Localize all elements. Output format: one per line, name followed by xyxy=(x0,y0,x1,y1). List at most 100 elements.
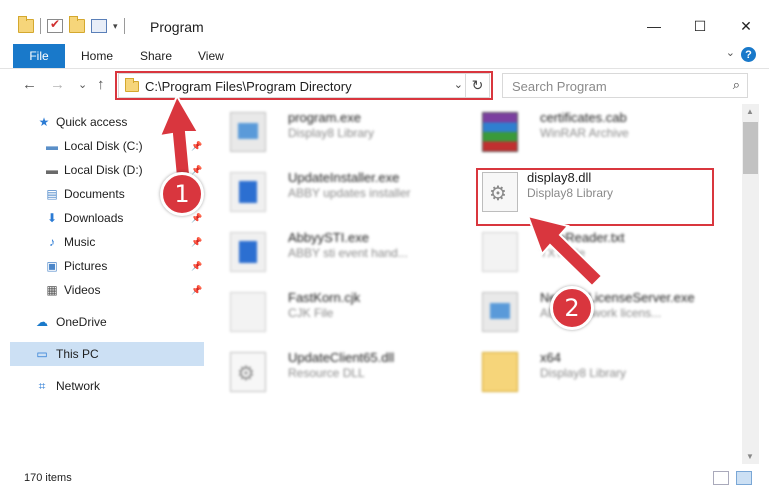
forward-button[interactable]: → xyxy=(50,76,65,93)
file-type: Resource DLL xyxy=(288,366,365,380)
sidebar-item-label: Local Disk (D:) xyxy=(64,163,143,177)
item-count: 170 items xyxy=(24,472,72,484)
new-folder-icon[interactable] xyxy=(69,16,85,33)
quick-access-toolbar: ▾ xyxy=(18,16,125,34)
tab-home[interactable]: Home xyxy=(81,49,113,63)
sidebar-item-local-disk-c[interactable]: ▬ Local Disk (C:) 📌 xyxy=(10,134,204,158)
sidebar-item-label: OneDrive xyxy=(56,315,107,329)
file-item[interactable]: x64 Display8 Library xyxy=(472,346,722,398)
up-button[interactable]: ↑ xyxy=(97,76,105,93)
documents-icon: ▤ xyxy=(46,187,58,201)
window-icon xyxy=(230,172,266,212)
pin-icon[interactable]: 📌 xyxy=(191,237,202,248)
sidebar-item-videos[interactable]: ▦ Videos 📌 xyxy=(10,278,204,302)
computer-icon: ▭ xyxy=(36,347,48,361)
videos-icon: ▦ xyxy=(46,283,58,297)
navigation-pane: ★ Quick access ▬ Local Disk (C:) 📌 ▬ Loc… xyxy=(10,106,204,466)
file-item[interactable]: AbbyySTI.exe ABBY sti event hand... xyxy=(220,226,470,278)
customize-toolbar-chevron-icon[interactable]: ▾ xyxy=(113,21,118,32)
pin-icon[interactable]: 📌 xyxy=(191,141,202,152)
file-item[interactable]: UpdateClient65.dll Resource DLL xyxy=(220,346,470,398)
folder-icon xyxy=(482,352,518,392)
toolbar-divider xyxy=(123,18,125,34)
tab-file[interactable]: File xyxy=(13,44,65,68)
close-button[interactable]: ✕ xyxy=(723,12,769,40)
file-item[interactable]: NetworkLicenseServer.exe ABBY network li… xyxy=(472,286,722,338)
minimize-button[interactable]: — xyxy=(631,12,677,40)
address-dropdown-icon[interactable]: ⌄ xyxy=(454,78,463,91)
file-name: AbbyySTI.exe xyxy=(288,230,369,245)
sidebar-item-label: Documents xyxy=(64,187,125,201)
file-item[interactable]: certificates.cab WinRAR Archive xyxy=(472,106,722,158)
address-bar[interactable]: C:\Program Files\Program Directory ⌄ ↻ xyxy=(118,73,490,98)
tab-view[interactable]: View xyxy=(198,49,224,63)
file-type: WinRAR Archive xyxy=(540,126,629,140)
window-controls: — ☐ ✕ xyxy=(631,12,769,40)
scroll-down-icon[interactable]: ▼ xyxy=(746,452,754,461)
vertical-scrollbar[interactable]: ▲ ▼ xyxy=(742,104,759,464)
details-view-icon[interactable] xyxy=(713,471,729,485)
recent-locations-chevron-icon[interactable]: ⌄ xyxy=(78,78,87,91)
sidebar-item-music[interactable]: ♪ Music 📌 xyxy=(10,230,204,254)
sidebar-item-network[interactable]: ⌗ Network xyxy=(10,374,204,398)
sidebar-item-onedrive[interactable]: ☁ OneDrive xyxy=(10,310,204,334)
sidebar-item-label: Pictures xyxy=(64,259,108,273)
sidebar-item-label: This PC xyxy=(56,347,99,361)
drive-icon: ▬ xyxy=(46,163,58,177)
file-list: program.exe Display8 Library certificate… xyxy=(220,104,740,464)
file-name: FastKorn.cjk xyxy=(288,290,361,305)
expand-ribbon-icon[interactable]: ⌄ xyxy=(726,46,735,59)
back-button[interactable]: ← xyxy=(22,76,37,93)
sidebar-item-label: Network xyxy=(56,379,101,393)
dll-gear-icon xyxy=(482,172,518,212)
sidebar-item-quick-access[interactable]: ★ Quick access xyxy=(10,110,204,134)
toolbar-divider xyxy=(40,18,41,34)
refresh-button[interactable]: ↻ xyxy=(465,74,489,97)
file-item[interactable]: FastKorn.cjk CJK File xyxy=(220,286,470,338)
step-1-badge: 1 xyxy=(160,172,204,216)
pin-icon[interactable]: 📌 xyxy=(191,285,202,296)
file-name: x64 xyxy=(540,350,561,365)
file-type: CJK File xyxy=(288,306,334,320)
sidebar-item-this-pc[interactable]: ▭ This PC xyxy=(10,342,204,366)
sidebar-item-label: Downloads xyxy=(64,211,124,225)
file-item-display8-dll[interactable]: display8.dll Display8 Library xyxy=(472,166,722,218)
file-item[interactable]: program.exe Display8 Library xyxy=(220,106,470,158)
navigation-bar: ← → ⌄ ↑ C:\Program Files\Program Directo… xyxy=(0,70,769,102)
window-icon xyxy=(230,232,266,272)
file-type: TXT File xyxy=(540,246,586,260)
file-type: Display8 Library xyxy=(288,126,375,140)
file-type: ABBY updates installer xyxy=(288,186,411,200)
large-icons-view-icon[interactable] xyxy=(736,471,752,485)
help-icon[interactable]: ? xyxy=(741,47,756,62)
music-icon: ♪ xyxy=(49,235,55,249)
drive-icon: ▬ xyxy=(46,139,58,153)
tab-share[interactable]: Share xyxy=(140,49,172,63)
maximize-button[interactable]: ☐ xyxy=(677,12,723,40)
file-name: FineReader.txt xyxy=(540,230,625,245)
exe-icon xyxy=(482,292,518,332)
file-item[interactable]: FineReader.txt TXT File xyxy=(472,226,722,278)
search-box[interactable]: Search Program ⌕ xyxy=(502,73,748,98)
file-name: display8.dll xyxy=(527,170,592,185)
title-bar: ▾ Program — ☐ ✕ xyxy=(0,0,769,40)
installer-icon xyxy=(230,112,266,152)
properties-check-icon[interactable] xyxy=(47,17,63,33)
network-icon: ⌗ xyxy=(38,378,46,393)
file-item[interactable]: UpdateInstaller.exe ABBY updates install… xyxy=(220,166,470,218)
search-icon[interactable]: ⌕ xyxy=(733,77,740,93)
view-details-icon[interactable] xyxy=(91,19,107,33)
search-input[interactable]: Search Program xyxy=(512,79,607,94)
address-path[interactable]: C:\Program Files\Program Directory xyxy=(145,79,352,94)
file-name: certificates.cab xyxy=(540,110,627,125)
pin-icon[interactable]: 📌 xyxy=(191,213,202,224)
file-type: ABBY sti event hand... xyxy=(288,246,408,260)
pictures-icon: ▣ xyxy=(46,259,58,273)
pin-icon[interactable]: 📌 xyxy=(191,261,202,272)
folder-icon[interactable] xyxy=(18,16,34,33)
scroll-up-icon[interactable]: ▲ xyxy=(746,107,754,116)
sidebar-item-label: Local Disk (C:) xyxy=(64,139,143,153)
scrollbar-thumb[interactable] xyxy=(743,122,758,174)
sidebar-item-pictures[interactable]: ▣ Pictures 📌 xyxy=(10,254,204,278)
file-type: Display8 Library xyxy=(540,366,627,380)
